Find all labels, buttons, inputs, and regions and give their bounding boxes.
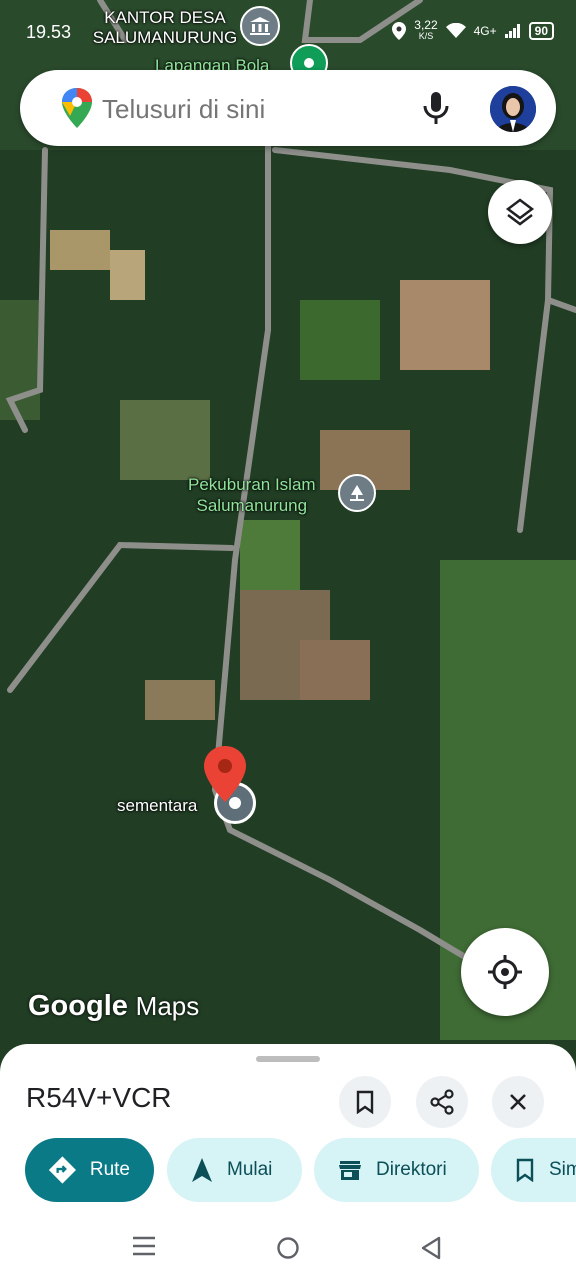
directions-icon [49, 1156, 76, 1184]
plus-code-title: R54V+VCR [26, 1082, 172, 1113]
signal-bars-icon [504, 24, 520, 38]
net-speed: 3,22 K/S [414, 18, 438, 41]
wifi-icon [445, 23, 466, 38]
label-sementara[interactable]: sementara [117, 796, 197, 816]
battery-indicator: 90 [528, 22, 554, 40]
close-icon [510, 1094, 526, 1110]
avatar[interactable] [490, 86, 536, 132]
search-input[interactable] [100, 88, 404, 130]
google-maps-pin-icon [62, 88, 92, 128]
my-location-button[interactable] [461, 928, 549, 1016]
navigation-arrow-icon [192, 1158, 212, 1182]
save-label: Simpan [549, 1159, 576, 1180]
bookmark-icon [356, 1090, 374, 1114]
directory-label: Direktori [376, 1159, 447, 1180]
menu-icon[interactable] [132, 1236, 156, 1256]
signal-label: 4G+ [473, 24, 497, 38]
mic-icon[interactable] [422, 90, 450, 126]
label-pekuburan[interactable]: Pekuburan Islam Salumanurung [188, 474, 316, 516]
status-bar: 19.53 3,22 K/S 4G+ 90 [0, 8, 576, 52]
share-button[interactable] [416, 1076, 468, 1128]
search-bar[interactable] [20, 70, 556, 146]
layers-icon [505, 198, 535, 226]
save-place-button[interactable] [339, 1076, 391, 1128]
store-icon [339, 1161, 361, 1180]
location-status-icon [392, 22, 407, 40]
my-location-icon [488, 955, 522, 989]
save-chip-button[interactable]: Simpan [491, 1138, 576, 1202]
share-icon [430, 1089, 454, 1115]
route-button[interactable]: Rute [25, 1138, 154, 1202]
system-navigation-bar [0, 1212, 576, 1280]
layers-button[interactable] [488, 180, 552, 244]
bookmark-icon [516, 1158, 534, 1182]
cemetery-icon[interactable] [338, 474, 376, 512]
status-time: 19.53 [26, 22, 72, 42]
route-label: Rute [89, 1159, 130, 1180]
start-button[interactable]: Mulai [167, 1138, 302, 1202]
directory-button[interactable]: Direktori [314, 1138, 479, 1202]
sheet-drag-handle[interactable] [256, 1056, 320, 1062]
start-label: Mulai [227, 1159, 273, 1180]
google-maps-logo: Google Maps [28, 990, 200, 1022]
home-circle-icon[interactable] [276, 1236, 300, 1260]
close-button[interactable] [492, 1076, 544, 1128]
red-pin-icon[interactable] [204, 746, 246, 802]
back-triangle-icon[interactable] [420, 1236, 442, 1260]
